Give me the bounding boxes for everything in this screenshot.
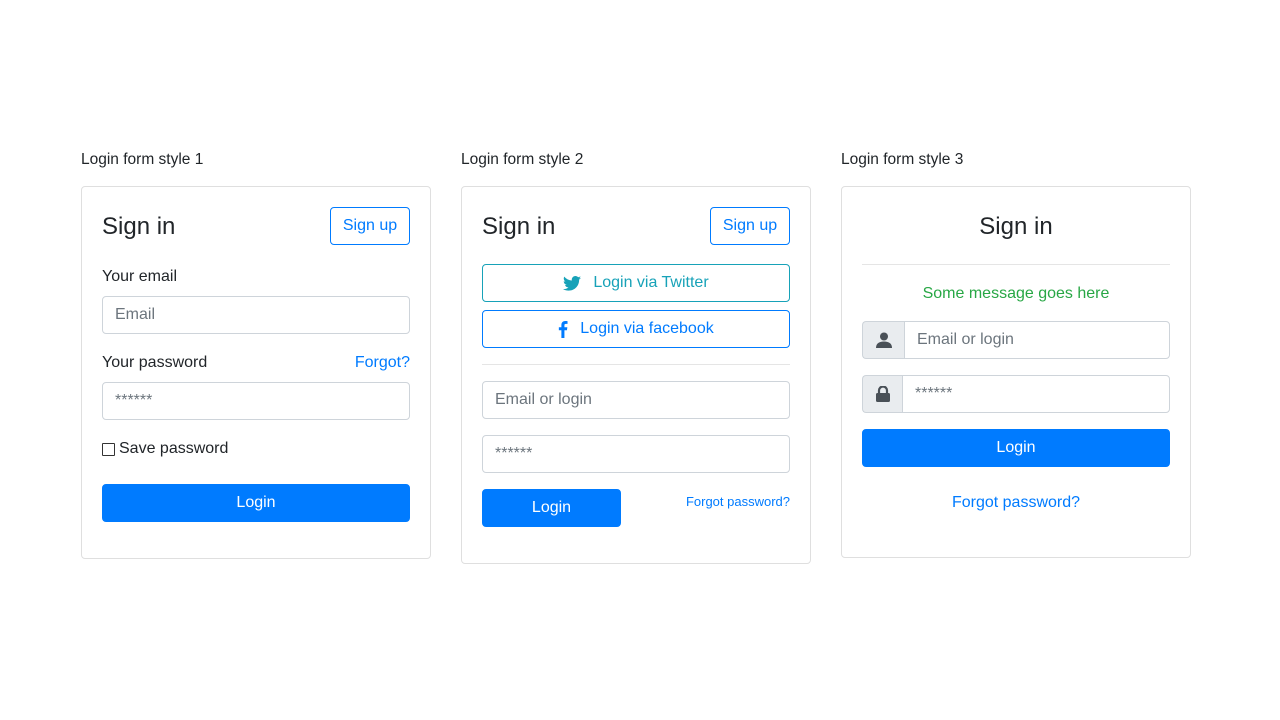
save-password-checkbox-row[interactable]: Save password: [102, 439, 228, 459]
password-input[interactable]: [902, 375, 1170, 413]
email-label: Your email: [102, 268, 178, 285]
login-card: Sign in Some message goes here Login For…: [841, 186, 1191, 558]
sign-up-button[interactable]: Sign up: [330, 207, 410, 245]
card-title: Sign in: [482, 213, 556, 240]
password-input[interactable]: [482, 435, 790, 473]
email-or-login-input[interactable]: [482, 381, 790, 419]
login-form-style-2: Login form style 2 Sign in Sign up Login…: [461, 150, 811, 564]
sign-up-button[interactable]: Sign up: [710, 207, 790, 245]
login-card: Sign in Sign up Login via Twitter Login …: [461, 186, 811, 564]
card-title: Sign in: [979, 213, 1053, 240]
facebook-icon: [558, 320, 568, 338]
password-label: Your password: [102, 354, 208, 371]
section-title: Login form style 1: [81, 151, 204, 168]
divider: [862, 264, 1170, 265]
password-input[interactable]: [102, 382, 410, 420]
facebook-button-label: Login via facebook: [580, 320, 714, 337]
email-input[interactable]: [102, 296, 410, 334]
login-card: Sign in Sign up Your email Your password…: [81, 186, 431, 559]
email-or-login-input[interactable]: [904, 321, 1170, 359]
card-title: Sign in: [102, 213, 176, 240]
save-password-checkbox[interactable]: [102, 442, 115, 456]
twitter-icon: [563, 275, 582, 291]
section-title: Login form style 2: [461, 151, 584, 168]
section-title: Login form style 3: [841, 151, 964, 168]
forgot-link[interactable]: Forgot?: [355, 353, 410, 373]
user-icon: [862, 321, 904, 359]
login-button[interactable]: Login: [102, 484, 410, 522]
login-button[interactable]: Login: [862, 429, 1170, 467]
login-form-style-1: Login form style 1 Sign in Sign up Your …: [81, 150, 431, 559]
lock-icon: [862, 375, 902, 413]
email-input-group: [862, 321, 1170, 359]
save-password-label: Save password: [119, 440, 229, 457]
login-twitter-button[interactable]: Login via Twitter: [482, 264, 790, 302]
login-form-style-3: Login form style 3 Sign in Some message …: [841, 150, 1191, 558]
twitter-button-label: Login via Twitter: [593, 274, 709, 291]
login-facebook-button[interactable]: Login via facebook: [482, 310, 790, 348]
status-message: Some message goes here: [922, 285, 1110, 302]
forgot-password-link[interactable]: Forgot password?: [686, 494, 790, 510]
password-input-group: [862, 375, 1170, 413]
forgot-password-link[interactable]: Forgot password?: [862, 493, 1170, 513]
login-button[interactable]: Login: [482, 489, 621, 527]
divider: [482, 364, 790, 365]
